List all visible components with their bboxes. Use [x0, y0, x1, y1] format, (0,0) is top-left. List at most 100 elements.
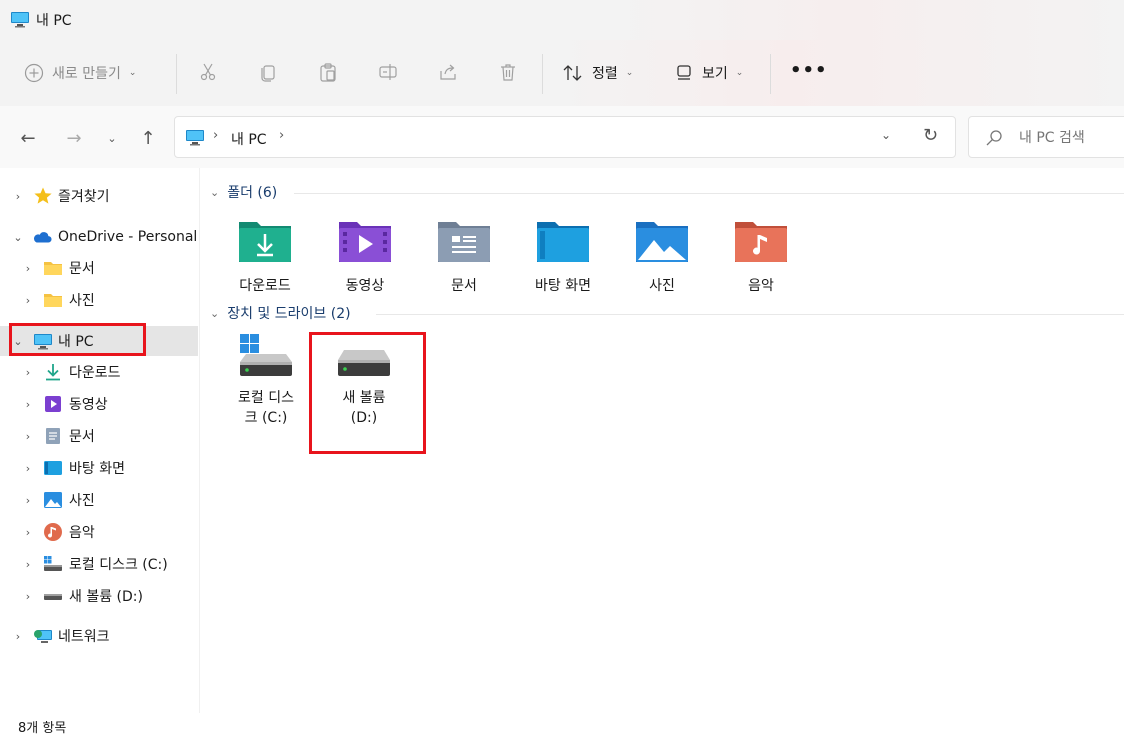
chevron-right-icon[interactable]: ›	[12, 630, 24, 643]
section-header-label: 장치 및 드라이브 (2)	[227, 306, 351, 322]
forward-button[interactable]: →	[62, 126, 86, 150]
address-bar[interactable]: › 내 PC › ⌄ ↻	[174, 116, 956, 158]
folder-tile-documents[interactable]: 문서	[419, 218, 509, 296]
video-icon	[45, 396, 61, 412]
section-header-folders[interactable]: ⌄ 폴더 (6)	[210, 182, 277, 202]
sidebar-item-label: 다운로드	[69, 365, 121, 381]
more-options-button[interactable]: •••	[790, 60, 827, 84]
address-dropdown-chevron-icon[interactable]: ⌄	[881, 128, 891, 142]
chevron-down-icon[interactable]: ⌄	[12, 231, 24, 244]
star-icon	[34, 187, 52, 204]
sidebar-item-label: 내 PC	[58, 334, 94, 350]
chevron-right-icon[interactable]: ›	[22, 526, 34, 539]
music-folder-icon	[735, 222, 787, 262]
chevron-down-icon[interactable]: ⌄	[12, 335, 24, 348]
chevron-right-icon[interactable]: ›	[22, 430, 34, 443]
folder-tile-pictures[interactable]: 사진	[617, 218, 707, 296]
chevron-right-icon[interactable]: ›	[22, 262, 34, 275]
sidebar-item-onedrive-documents[interactable]: › 문서	[0, 253, 198, 283]
copy-button[interactable]	[256, 60, 280, 84]
chevron-right-icon[interactable]: ›	[22, 366, 34, 379]
windows-drive-icon	[44, 556, 62, 571]
chevron-right-icon[interactable]: ›	[22, 494, 34, 507]
section-divider	[294, 193, 1124, 194]
section-divider	[376, 314, 1124, 315]
computer-icon	[34, 334, 52, 350]
sidebar-item-new-volume-d[interactable]: › 새 볼륨 (D:)	[0, 581, 198, 611]
sidebar-item-documents[interactable]: › 문서	[0, 421, 198, 451]
sidebar-item-local-disk-c[interactable]: › 로컬 디스크 (C:)	[0, 549, 198, 579]
sidebar-item-label: 음악	[69, 525, 95, 541]
sidebar-item-label: 네트워크	[58, 629, 110, 645]
sort-button[interactable]: 정렬 ⌄	[562, 58, 633, 88]
sidebar-item-quick-access[interactable]: › 즐겨찾기	[0, 181, 198, 211]
folder-icon	[44, 294, 62, 307]
sidebar-item-downloads[interactable]: › 다운로드	[0, 357, 198, 387]
sidebar-item-videos[interactable]: › 동영상	[0, 389, 198, 419]
back-button[interactable]: ←	[16, 126, 40, 150]
share-button[interactable]	[436, 60, 460, 84]
item-count: 8개 항목	[18, 721, 67, 736]
drive-tile-local-disk-c[interactable]: 로컬 디스 크 (C:)	[218, 334, 314, 428]
breadcrumb-separator[interactable]: ›	[279, 128, 284, 143]
chevron-right-icon[interactable]: ›	[22, 590, 34, 603]
new-button[interactable]: 새로 만들기 ⌄	[24, 58, 136, 88]
sidebar-item-label: 문서	[69, 261, 95, 277]
drive-tile-new-volume-d[interactable]: 새 볼륨 (D:)	[316, 334, 412, 428]
folder-tile-music[interactable]: 음악	[716, 218, 806, 296]
cut-button[interactable]	[196, 60, 220, 84]
rename-icon	[379, 64, 397, 80]
sidebar-item-desktop[interactable]: › 바탕 화면	[0, 453, 198, 483]
sidebar-item-onedrive-pictures[interactable]: › 사진	[0, 285, 198, 315]
scissors-icon	[200, 63, 216, 81]
sidebar-item-music[interactable]: › 음악	[0, 517, 198, 547]
folder-label: 동영상	[345, 278, 385, 294]
sidebar-item-onedrive[interactable]: ⌄ OneDrive - Personal	[0, 222, 198, 252]
plus-circle-icon	[24, 63, 44, 83]
chevron-right-icon[interactable]: ›	[22, 294, 34, 307]
paste-button[interactable]	[316, 60, 340, 84]
breadcrumb-this-pc[interactable]: 내 PC	[231, 129, 267, 149]
folder-tile-desktop[interactable]: 바탕 화면	[518, 218, 608, 296]
sidebar-item-pictures[interactable]: › 사진	[0, 485, 198, 515]
breadcrumb-separator[interactable]: ›	[213, 128, 218, 143]
recent-locations-button[interactable]: ⌄	[100, 126, 124, 150]
chevron-right-icon[interactable]: ›	[12, 190, 24, 203]
content-pane: ⌄ 폴더 (6) 다운로드 동영상 문서 바탕 화면 사진 음악 ⌄ 장치 및 …	[200, 168, 1124, 713]
navigation-pane: › 즐겨찾기 ⌄ OneDrive - Personal › 문서 › 사진 ⌄	[0, 168, 200, 713]
chevron-right-icon[interactable]: ›	[22, 462, 34, 475]
chevron-right-icon[interactable]: ›	[22, 558, 34, 571]
videos-folder-icon	[339, 222, 391, 262]
new-button-label: 새로 만들기	[52, 66, 121, 82]
sort-button-label: 정렬	[592, 66, 618, 82]
folder-label: 문서	[451, 278, 477, 294]
up-button[interactable]: ↑	[136, 126, 160, 150]
toolbar-divider	[770, 54, 771, 94]
folder-label: 다운로드	[239, 278, 291, 294]
status-bar: 8개 항목	[0, 713, 1124, 739]
chevron-right-icon[interactable]: ›	[22, 398, 34, 411]
drive-label-line-2: 크 (C:)	[244, 410, 288, 426]
share-icon	[440, 64, 456, 80]
search-box[interactable]	[968, 116, 1124, 158]
picture-icon	[44, 492, 62, 508]
sidebar-item-label: 바탕 화면	[69, 461, 125, 477]
rename-button[interactable]	[376, 60, 400, 84]
delete-button[interactable]	[496, 60, 520, 84]
folder-label: 사진	[649, 278, 675, 294]
drive-label-line-2: (D:)	[350, 410, 378, 426]
downloads-folder-icon	[239, 222, 291, 262]
chevron-down-icon: ⌄	[210, 306, 220, 320]
sidebar-item-this-pc[interactable]: ⌄ 내 PC	[0, 326, 198, 356]
view-button[interactable]: 보기 ⌄	[674, 58, 743, 88]
refresh-icon[interactable]: ↻	[923, 125, 938, 146]
folder-tile-videos[interactable]: 동영상	[320, 218, 410, 296]
search-input[interactable]	[1019, 128, 1124, 148]
chevron-down-icon: ⌄	[735, 68, 744, 78]
section-header-drives[interactable]: ⌄ 장치 및 드라이브 (2)	[210, 303, 351, 323]
folder-tile-downloads[interactable]: 다운로드	[220, 218, 310, 296]
window-title: 내 PC	[36, 13, 72, 29]
sidebar-item-network[interactable]: › 네트워크	[0, 621, 198, 651]
network-icon	[34, 630, 52, 643]
download-arrow-icon	[46, 364, 60, 381]
